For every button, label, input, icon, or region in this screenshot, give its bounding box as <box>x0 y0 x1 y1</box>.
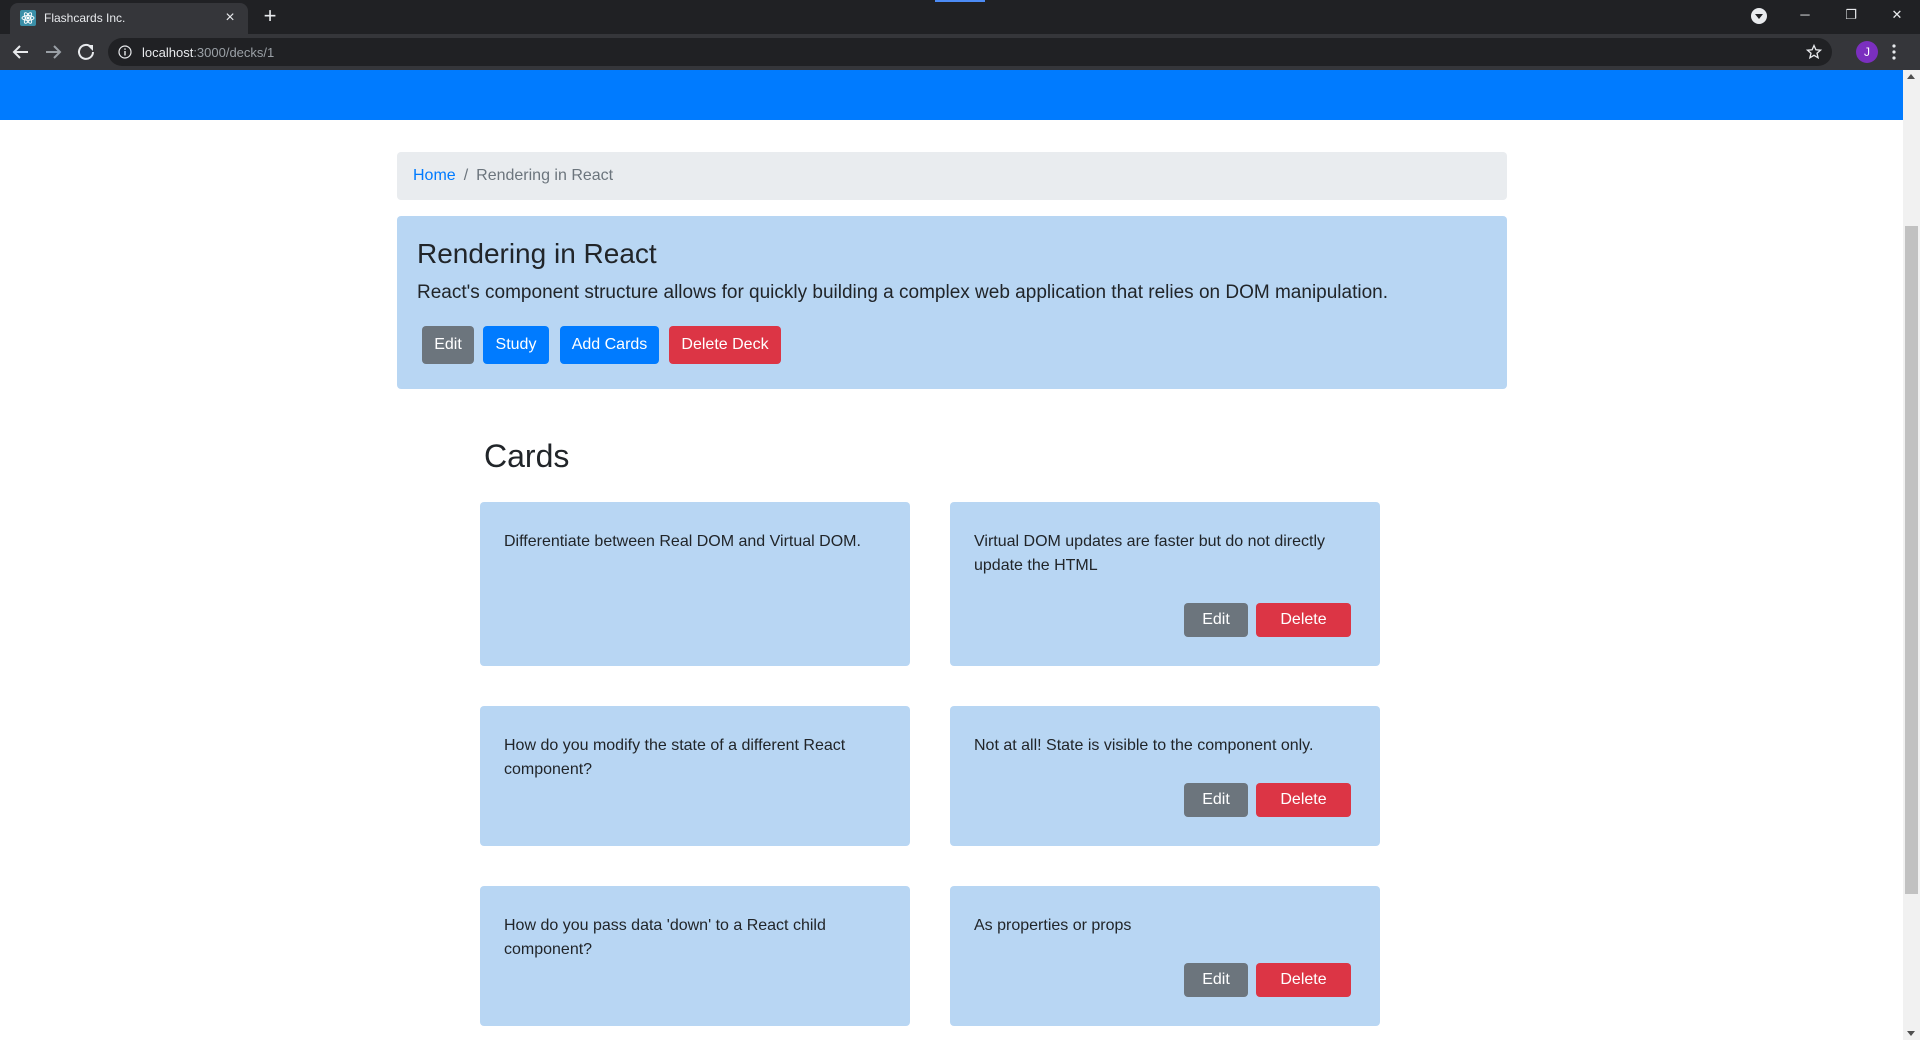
scroll-down-arrow-icon[interactable] <box>1907 1031 1915 1036</box>
deck-summary: Rendering in React React's component str… <box>397 216 1507 389</box>
forward-arrow-icon[interactable] <box>41 41 65 63</box>
delete-card-button[interactable]: Delete <box>1256 603 1351 637</box>
breadcrumb-current: Rendering in React <box>476 167 614 184</box>
card-front-text: How do you pass data 'down' to a React c… <box>504 917 826 958</box>
add-cards-button[interactable]: Add Cards <box>560 326 659 364</box>
card-front: How do you modify the state of a differe… <box>480 706 910 846</box>
edit-card-button[interactable]: Edit <box>1184 963 1248 997</box>
scroll-up-arrow-icon[interactable] <box>1907 74 1915 79</box>
card-back-text: Virtual DOM updates are faster but do no… <box>974 533 1325 574</box>
card-front-text: Differentiate between Real DOM and Virtu… <box>504 533 861 550</box>
browser-tab[interactable]: Flashcards Inc. × <box>10 3 248 34</box>
edit-card-button[interactable]: Edit <box>1184 603 1248 637</box>
card-front: How do you pass data 'down' to a React c… <box>480 886 910 1026</box>
breadcrumb-home-link[interactable]: Home <box>413 167 456 185</box>
close-window-button[interactable]: ✕ <box>1874 0 1920 30</box>
address-bar[interactable]: localhost:3000/decks/1 <box>108 38 1832 66</box>
bookmark-star-icon[interactable] <box>1806 44 1822 60</box>
edit-card-button[interactable]: Edit <box>1184 783 1248 817</box>
card-back: As properties or props Edit Delete <box>950 886 1380 1026</box>
react-logo-icon <box>20 10 36 26</box>
card-back-text: As properties or props <box>974 917 1132 934</box>
delete-card-button[interactable]: Delete <box>1256 783 1351 817</box>
card-back: Not at all! State is visible to the comp… <box>950 706 1380 846</box>
page-viewport: Home / Rendering in React Rendering in R… <box>0 70 1903 1040</box>
back-arrow-icon[interactable] <box>9 41 33 63</box>
breadcrumb-separator: / <box>463 167 469 184</box>
card-front: Differentiate between Real DOM and Virtu… <box>480 502 910 666</box>
tab-close-icon[interactable]: × <box>220 8 240 28</box>
browser-toolbar: localhost:3000/decks/1 J <box>0 34 1920 70</box>
study-button[interactable]: Study <box>483 326 549 364</box>
breadcrumb: Home / Rendering in React <box>397 152 1507 200</box>
tab-strip-accent <box>935 0 985 2</box>
tab-search-icon[interactable] <box>1751 8 1767 24</box>
card-front-text: How do you modify the state of a differe… <box>504 737 846 778</box>
profile-avatar[interactable]: J <box>1856 41 1878 63</box>
browser-tab-strip: Flashcards Inc. × + ─ ❐ ✕ <box>0 0 1920 34</box>
reload-icon[interactable] <box>74 41 98 63</box>
delete-card-button[interactable]: Delete <box>1256 963 1351 997</box>
scrollbar-thumb[interactable] <box>1905 226 1918 894</box>
info-icon[interactable] <box>118 45 132 59</box>
browser-menu-icon[interactable] <box>1891 42 1897 62</box>
deck-description: React's component structure allows for q… <box>417 282 1388 303</box>
card-back: Virtual DOM updates are faster but do no… <box>950 502 1380 666</box>
new-tab-button[interactable]: + <box>258 4 282 28</box>
restore-button[interactable]: ❐ <box>1828 0 1874 30</box>
deck-title: Rendering in React <box>417 238 657 269</box>
url-text[interactable]: localhost:3000/decks/1 <box>142 45 274 60</box>
minimize-button[interactable]: ─ <box>1782 0 1828 30</box>
cards-heading: Cards <box>484 438 570 474</box>
page-scrollbar[interactable] <box>1903 70 1920 1040</box>
url-path: :3000/decks/1 <box>193 45 275 60</box>
delete-deck-button[interactable]: Delete Deck <box>669 326 781 364</box>
card-back-text: Not at all! State is visible to the comp… <box>974 737 1314 754</box>
url-host: localhost <box>142 45 194 60</box>
tab-title: Flashcards Inc. <box>44 11 126 25</box>
site-header <box>0 70 1903 120</box>
edit-deck-button[interactable]: Edit <box>422 326 474 364</box>
